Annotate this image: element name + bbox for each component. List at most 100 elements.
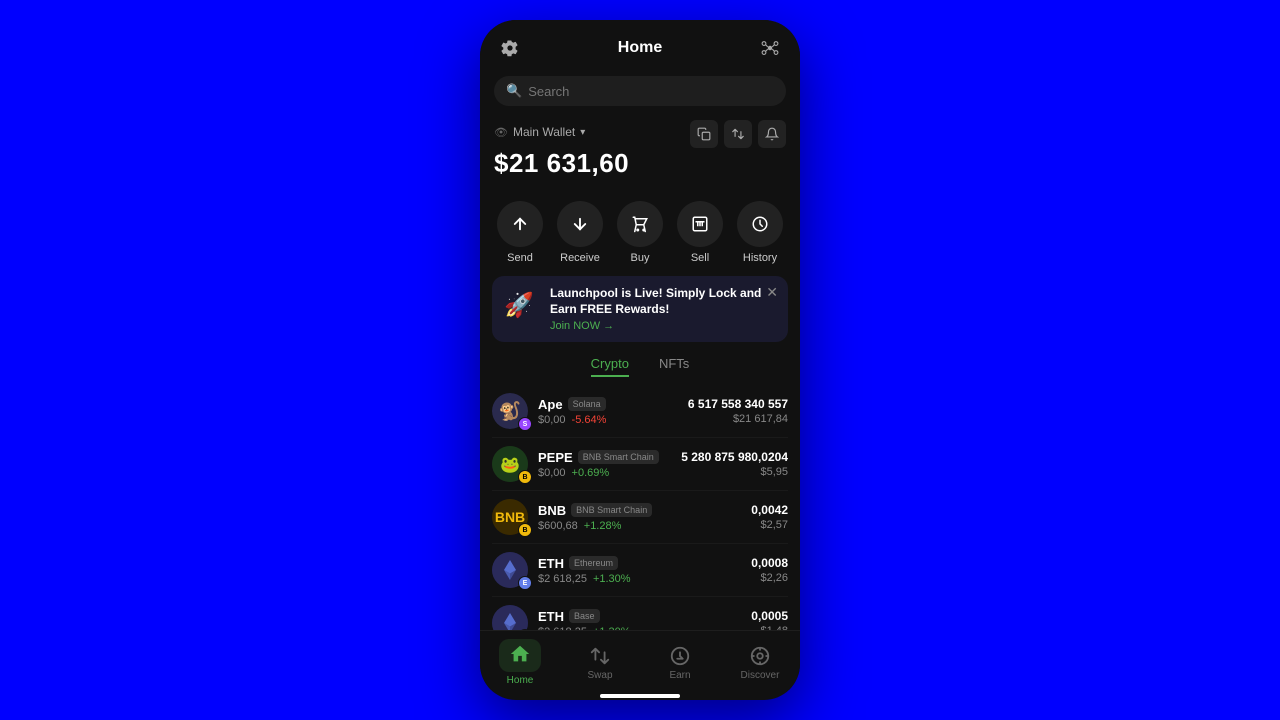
eth-ethereum-amounts: 0,0008 $2,26 [751, 556, 788, 584]
ape-logo: 🐒 S [492, 393, 528, 429]
banner-rocket-icon: 🚀 [504, 291, 540, 327]
nav-discover[interactable]: Discover [720, 645, 800, 681]
asset-item-bnb[interactable]: BNB B BNB BNB Smart Chain $600,68 +1.28%… [492, 491, 788, 544]
receive-label: Receive [560, 252, 600, 264]
pepe-balance: 5 280 875 980,0204 [681, 450, 788, 464]
bnb-info: BNB BNB Smart Chain $600,68 +1.28% [538, 503, 741, 532]
eth-ethereum-usd: $2,26 [751, 572, 788, 584]
pepe-change: +0.69% [572, 467, 610, 479]
banner-link[interactable]: Join NOW → [550, 320, 776, 332]
settings-icon[interactable] [496, 34, 524, 62]
bnb-amounts: 0,0042 $2,57 [751, 503, 788, 531]
bnb-name: BNB [538, 503, 566, 518]
history-button[interactable]: History [737, 201, 783, 264]
sell-label: Sell [691, 252, 709, 264]
asset-item-ape[interactable]: 🐒 S Ape Solana $0,00 -5.64% 6 517 558 34… [492, 385, 788, 438]
nav-earn[interactable]: Earn [640, 645, 720, 681]
receive-icon-circle [557, 201, 603, 247]
asset-list: 🐒 S Ape Solana $0,00 -5.64% 6 517 558 34… [480, 381, 800, 630]
header-title: Home [618, 39, 662, 57]
buy-icon-circle [617, 201, 663, 247]
asset-tabs: Crypto NFTs [480, 348, 800, 381]
pepe-info: PEPE BNB Smart Chain $0,00 +0.69% [538, 450, 671, 479]
svg-text:BNB: BNB [495, 509, 525, 525]
bnb-usd: $2,57 [751, 519, 788, 531]
ape-chain: Solana [568, 397, 606, 411]
bnb-balance: 0,0042 [751, 503, 788, 517]
eth-base-amounts: 0,0005 $1,48 [751, 609, 788, 630]
wallet-balance: $21 631,60 [494, 148, 786, 179]
wallet-chevron-icon: ▾ [580, 127, 585, 138]
ape-amounts: 6 517 558 340 557 $21 617,84 [688, 397, 788, 425]
pepe-usd: $5,95 [681, 466, 788, 478]
home-indicator [600, 694, 680, 698]
action-buttons: Send Receive Buy [480, 191, 800, 270]
asset-item-eth-ethereum[interactable]: E ETH Ethereum $2 618,25 +1.30% 0,0008 $… [492, 544, 788, 597]
eth-base-info: ETH Base $2 618,25 +1.30% [538, 609, 741, 630]
sol-chain-badge: S [518, 417, 532, 431]
eth-price: $2 618,25 [538, 573, 587, 585]
receive-button[interactable]: Receive [557, 201, 603, 264]
copy-address-button[interactable] [690, 120, 718, 148]
pepe-price: $0,00 [538, 467, 566, 479]
tab-crypto[interactable]: Crypto [591, 356, 629, 377]
swap-button[interactable] [724, 120, 752, 148]
eth-chain: Ethereum [569, 556, 618, 570]
banner-close-button[interactable]: ✕ [766, 284, 778, 301]
connect-icon[interactable] [756, 34, 784, 62]
buy-button[interactable]: Buy [617, 201, 663, 264]
history-icon-circle [737, 201, 783, 247]
ape-name: Ape [538, 397, 563, 412]
ape-balance: 6 517 558 340 557 [688, 397, 788, 411]
pepe-amounts: 5 280 875 980,0204 $5,95 [681, 450, 788, 478]
ape-price: $0,00 [538, 414, 566, 426]
asset-item-pepe[interactable]: 🐸 B PEPE BNB Smart Chain $0,00 +0.69% 5 … [492, 438, 788, 491]
eth-change: +1.30% [593, 573, 631, 585]
eth-ethereum-info: ETH Ethereum $2 618,25 +1.30% [538, 556, 741, 585]
pepe-chain: BNB Smart Chain [578, 450, 659, 464]
banner-title: Launchpool is Live! Simply Lock and Earn… [550, 286, 776, 317]
send-icon-circle [497, 201, 543, 247]
search-input[interactable] [528, 84, 774, 99]
bottom-nav: Home Swap Earn Disco [480, 630, 800, 690]
eth-base-chain: Base [569, 609, 600, 623]
eth-ethereum-logo: E [492, 552, 528, 588]
nav-discover-label: Discover [741, 670, 780, 681]
wallet-eye-icon: 👁 [494, 126, 508, 139]
search-bar[interactable]: 🔍 [494, 76, 786, 106]
ape-change: -5.64% [572, 414, 607, 426]
nav-earn-label: Earn [669, 670, 690, 681]
eth-ethereum-balance: 0,0008 [751, 556, 788, 570]
send-label: Send [507, 252, 533, 264]
header: Home [480, 20, 800, 70]
wallet-label-row[interactable]: 👁 Main Wallet ▾ [494, 125, 585, 139]
banner-text: Launchpool is Live! Simply Lock and Earn… [550, 286, 776, 332]
nav-home[interactable]: Home [480, 639, 560, 686]
wallet-action-icons [690, 120, 786, 148]
eth-base-logo: B [492, 605, 528, 630]
eth-name: ETH [538, 556, 564, 571]
bnb-chain-badge: B [518, 470, 532, 484]
notifications-button[interactable] [758, 120, 786, 148]
eth-chain-badge: E [518, 576, 532, 590]
search-icon: 🔍 [506, 83, 522, 99]
svg-text:🐸: 🐸 [500, 456, 520, 474]
pepe-name: PEPE [538, 450, 573, 465]
eth-base-name: ETH [538, 609, 564, 624]
bnb-change: +1.28% [584, 520, 622, 532]
svg-text:🐒: 🐒 [499, 400, 521, 421]
launchpool-banner: 🚀 Launchpool is Live! Simply Lock and Ea… [492, 276, 788, 342]
wallet-name: Main Wallet [513, 125, 575, 139]
tab-nfts[interactable]: NFTs [659, 356, 689, 377]
asset-item-eth-base[interactable]: B ETH Base $2 618,25 +1.30% 0,0005 $1,48 [492, 597, 788, 630]
bnb-price: $600,68 [538, 520, 578, 532]
nav-swap-label: Swap [587, 670, 612, 681]
wallet-section: 👁 Main Wallet ▾ [480, 112, 800, 191]
eth-base-balance: 0,0005 [751, 609, 788, 623]
send-button[interactable]: Send [497, 201, 543, 264]
bnb-chain-badge2: B [518, 523, 532, 537]
sell-button[interactable]: Sell [677, 201, 723, 264]
nav-swap[interactable]: Swap [560, 645, 640, 681]
ape-usd: $21 617,84 [688, 413, 788, 425]
bnb-logo: BNB B [492, 499, 528, 535]
